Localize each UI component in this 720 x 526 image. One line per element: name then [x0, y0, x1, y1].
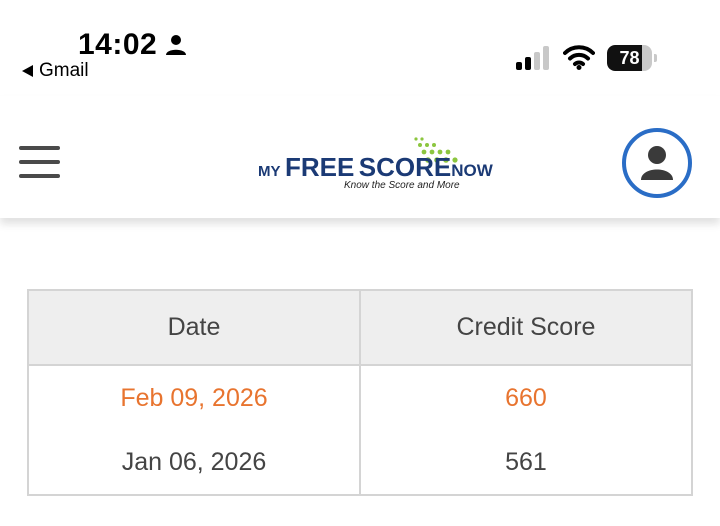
back-arrow-icon: [22, 65, 33, 77]
person-icon: [166, 35, 186, 55]
column-header-date: Date: [27, 289, 361, 366]
back-to-app-link[interactable]: Gmail: [22, 60, 89, 82]
myfreescorenow-logo[interactable]: MY FREE SCORENOW Know the Score and More: [258, 136, 493, 196]
back-app-label: Gmail: [39, 60, 89, 81]
status-bar: 14:02 Gmail 78: [0, 0, 720, 96]
cellular-signal-icon: [516, 46, 549, 70]
row-score: 561: [358, 430, 694, 496]
logo-score: SCORE: [358, 152, 452, 182]
battery-tip: [654, 54, 657, 62]
credit-score-table: Date Credit Score Feb 09, 2026 660 Jan 0…: [27, 289, 694, 496]
battery-level: 78: [619, 48, 640, 68]
logo-free: FREE: [284, 152, 355, 182]
menu-icon[interactable]: [19, 146, 60, 180]
site-header: MY FREE SCORENOW Know the Score and More: [0, 96, 720, 218]
account-avatar-button[interactable]: [622, 128, 692, 198]
user-icon: [641, 146, 673, 180]
row-score: 660: [358, 364, 694, 430]
row-date: Feb 09, 2026: [27, 364, 361, 430]
table-header-row: Date Credit Score: [27, 289, 694, 366]
table-row: Feb 09, 2026 660: [27, 364, 694, 430]
logo-now: NOW: [451, 161, 493, 180]
wifi-icon: [563, 45, 595, 70]
row-date: Jan 06, 2026: [27, 430, 361, 496]
logo-my: MY: [258, 163, 281, 180]
battery-indicator: 78: [607, 45, 657, 71]
logo-tagline: Know the Score and More: [344, 180, 460, 191]
table-row: Jan 06, 2026 561: [27, 430, 694, 496]
battery-body: 78: [607, 45, 652, 71]
status-time: 14:02: [78, 28, 158, 61]
column-header-credit-score: Credit Score: [358, 289, 694, 366]
logo-wordmark: MY FREE SCORENOW: [258, 152, 493, 183]
